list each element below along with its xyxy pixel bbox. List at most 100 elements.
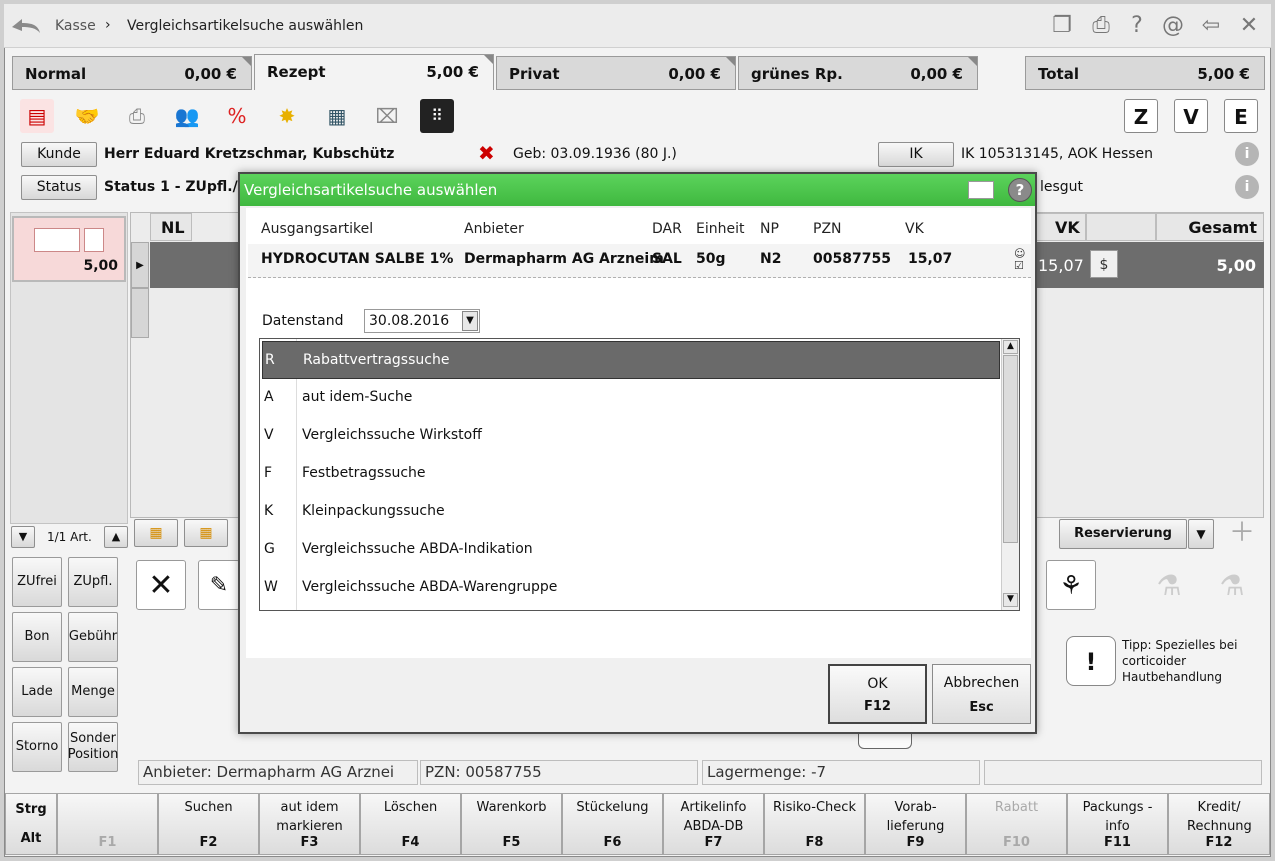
sonder-position-button[interactable]: Sonder Position xyxy=(68,722,118,772)
menge-button[interactable]: Menge xyxy=(68,667,118,717)
status-value: Status 1 - ZUpfl./M xyxy=(104,179,252,195)
f1-button[interactable]: F1 xyxy=(57,793,158,855)
scroll-thumb[interactable] xyxy=(1003,355,1018,543)
stueckelung-button[interactable]: Stückelung F6 xyxy=(562,793,663,855)
email-icon[interactable]: @ xyxy=(1160,13,1186,39)
storno-button[interactable]: Storno xyxy=(12,722,62,772)
document-person-icon[interactable]: ▦ xyxy=(320,99,354,133)
discount-icon[interactable]: % xyxy=(220,99,254,133)
status-empty xyxy=(984,760,1262,785)
tab-label: Rezept xyxy=(267,63,326,81)
people-icon[interactable]: 👥 xyxy=(170,99,204,133)
tab-rezept[interactable]: Rezept 5,00 € xyxy=(254,54,494,90)
help-icon[interactable]: ? xyxy=(1008,178,1032,202)
tab-gruenes-rp[interactable]: grünes Rp. 0,00 € xyxy=(738,56,978,90)
ok-button[interactable]: OK F12 xyxy=(828,664,927,724)
list-item[interactable]: W Vergleichssuche ABDA-Warengruppe xyxy=(262,569,1000,607)
artikelinfo-button[interactable]: Artikelinfo ABDA-DB F7 xyxy=(663,793,764,855)
v-person-icon[interactable]: V xyxy=(1174,99,1208,133)
print-icon[interactable]: ⎙ xyxy=(1088,13,1114,39)
handshake-icon[interactable]: 🤝 xyxy=(70,99,104,133)
risiko-check-button[interactable]: Risiko-Check F8 xyxy=(764,793,865,855)
grid-dots-icon[interactable]: ⠿ xyxy=(420,99,454,133)
e-person-icon[interactable]: E xyxy=(1224,99,1258,133)
cancel-key: Esc xyxy=(969,700,994,715)
info-icon[interactable]: i xyxy=(1235,175,1259,199)
list-item[interactable]: V Vergleichssuche Wirkstoff xyxy=(262,417,1000,455)
add-document-icon[interactable]: ＋ xyxy=(1222,519,1262,549)
bon-button[interactable]: Bon xyxy=(12,612,62,662)
tab-amount: 5,00 € xyxy=(426,63,479,81)
tab-normal[interactable]: Normal 0,00 € xyxy=(12,56,252,90)
status-pzn: PZN: 00587755 xyxy=(420,760,698,785)
lade-button[interactable]: Lade xyxy=(12,667,62,717)
scroll-up-button[interactable]: ▲ xyxy=(104,526,128,548)
rabatt-button[interactable]: Rabatt F10 xyxy=(966,793,1067,855)
list-scrollbar[interactable]: ▲ ▼ xyxy=(1001,339,1019,610)
receipt-card[interactable]: 5,00 xyxy=(12,216,126,282)
z-person-icon[interactable]: Z xyxy=(1124,99,1158,133)
list-item[interactable]: R Rabattvertragssuche xyxy=(262,341,1000,379)
hdr-anbieter: Anbieter xyxy=(464,221,524,237)
tab-privat[interactable]: Privat 0,00 € xyxy=(496,56,736,90)
syringe-icon[interactable]: ✎ xyxy=(198,560,240,610)
document-cancel-icon[interactable]: ⌧ xyxy=(370,99,404,133)
document-dollar-icon[interactable]: $ xyxy=(1090,250,1118,278)
reservierung-button[interactable]: Reservierung xyxy=(1059,519,1187,549)
source-article-row: HYDROCUTAN SALBE 1% Dermapharm AG Arznei… xyxy=(248,244,1031,278)
list-item[interactable]: G Vergleichssuche ABDA-Indikation xyxy=(262,531,1000,569)
window-restore-icon[interactable] xyxy=(968,181,994,199)
scroll-down-arrow[interactable]: ▼ xyxy=(1003,593,1018,607)
warning-tip-icon[interactable]: ! xyxy=(1066,636,1116,686)
breadcrumb-root[interactable]: Kasse xyxy=(55,18,96,34)
col-vk-header[interactable]: VK xyxy=(1036,213,1086,241)
zufrei-button[interactable]: ZUfrei xyxy=(12,557,62,607)
scroll-up-arrow[interactable]: ▲ xyxy=(1003,340,1018,354)
hdr-dar: DAR xyxy=(652,221,682,237)
cash-drawer-icon[interactable] xyxy=(858,733,912,749)
breadcrumb-current: Vergleichsartikelsuche auswählen xyxy=(127,18,364,34)
ik-button[interactable]: IK xyxy=(878,142,954,167)
reservierung-dropdown[interactable]: ▼ xyxy=(1188,519,1214,549)
back-icon[interactable] xyxy=(10,13,42,37)
person-check-icon: ☺☑ xyxy=(1014,247,1026,272)
calendar-forward-icon[interactable]: ▦ xyxy=(184,519,228,547)
col-blank-header xyxy=(1086,213,1156,241)
col-gesamt-header[interactable]: Gesamt xyxy=(1156,213,1264,241)
warenkorb-button[interactable]: Warenkorb F5 xyxy=(461,793,562,855)
title-bar: Kasse › Vergleichsartikelsuche auswählen… xyxy=(4,4,1271,48)
loeschen-button[interactable]: Löschen F4 xyxy=(360,793,461,855)
hdr-np: NP xyxy=(760,221,779,237)
star-icon[interactable]: ✸ xyxy=(270,99,304,133)
kunde-button[interactable]: Kunde xyxy=(21,142,97,167)
scroll-down-button[interactable]: ▼ xyxy=(11,526,35,548)
cancel-button[interactable]: Abbrechen Esc xyxy=(932,664,1031,724)
list-item[interactable]: Aaut idem-Suche xyxy=(262,379,1000,417)
person-delete-icon[interactable]: ✖ xyxy=(478,141,506,167)
packungsinfo-button[interactable]: Packungs - info F11 xyxy=(1067,793,1168,855)
copy-icon[interactable]: ❐ xyxy=(1049,13,1075,39)
status-button[interactable]: Status xyxy=(21,175,97,200)
printer-stack-icon[interactable]: ⎙ xyxy=(120,99,154,133)
suchen-button[interactable]: Suchen F2 xyxy=(158,793,259,855)
calendar-back-icon[interactable]: ▦ xyxy=(134,519,178,547)
close-icon[interactable]: ✕ xyxy=(1236,13,1262,39)
chevron-down-icon[interactable]: ▼ xyxy=(462,311,478,331)
id-card-icon[interactable]: ▤ xyxy=(20,99,54,133)
export-icon[interactable]: ⇦ xyxy=(1198,13,1224,39)
help-icon[interactable]: ? xyxy=(1124,13,1150,39)
zupfl-button[interactable]: ZUpfl. xyxy=(68,557,118,607)
list-item[interactable]: F Festbetragssuche xyxy=(262,455,1000,493)
datenstand-select[interactable]: 30.08.2016 ▼ xyxy=(364,309,480,333)
article-np: N2 xyxy=(760,251,782,267)
gebuehr-button[interactable]: Gebühr xyxy=(68,612,118,662)
kredit-rechnung-button[interactable]: Kredit/ Rechnung F12 xyxy=(1168,793,1270,855)
cutlery-icon[interactable]: ✕ xyxy=(136,560,186,610)
dandelion-icon[interactable]: ⚘ xyxy=(1046,560,1096,610)
col-nl-header[interactable]: NL xyxy=(150,213,192,241)
aut-idem-markieren-button[interactable]: aut idem markieren F3 xyxy=(259,793,360,855)
info-icon[interactable]: i xyxy=(1235,142,1259,166)
receipt-card-amount: 5,00 xyxy=(83,258,118,274)
list-item[interactable]: K Kleinpackungssuche xyxy=(262,493,1000,531)
vorablieferung-button[interactable]: Vorab-lieferung F9 xyxy=(865,793,966,855)
